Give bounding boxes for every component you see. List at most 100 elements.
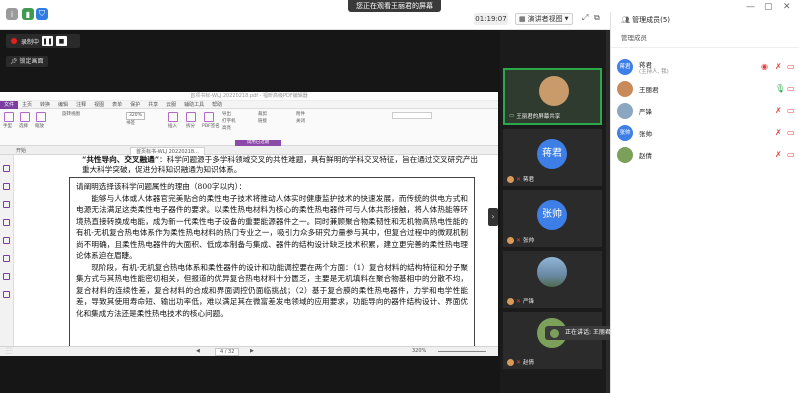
menu-comment[interactable]: 注释 <box>72 101 90 108</box>
panel-title-text: 管理成员(5) <box>632 16 671 24</box>
ribbon-insert-label: 插入 <box>168 124 177 129</box>
tab-start[interactable]: 开始 <box>16 147 26 154</box>
ribbon-typewriter-label[interactable]: 打字机 <box>222 119 236 125</box>
next-page-icon[interactable]: ▶ <box>250 348 254 354</box>
signature-icon[interactable] <box>3 255 10 262</box>
menu-help[interactable]: 帮助 <box>208 101 226 108</box>
tile-avatar: 张帅 <box>537 200 567 230</box>
ribbon-crop-label[interactable]: 裁剪 <box>258 112 267 118</box>
video-tile-zhaoqian[interactable]: ✕ 赵倩 <box>503 312 602 369</box>
info-icon[interactable]: i <box>6 8 18 20</box>
zoom-tool-icon[interactable] <box>36 112 46 122</box>
member-row[interactable]: 张帅 张帅 ✗ ▭ <box>611 122 799 144</box>
close-icon[interactable]: ✕ <box>783 2 791 12</box>
video-tile-zhangshuai[interactable]: 张帅 ✕ 张帅 <box>503 190 602 247</box>
pause-recording-button[interactable]: ❚❚ <box>42 36 54 46</box>
minimize-icon[interactable]: — <box>746 2 755 12</box>
ribbon-export-label[interactable]: 导出 <box>222 112 231 118</box>
search-icon[interactable] <box>3 291 10 298</box>
select-tool-icon[interactable] <box>20 112 30 122</box>
zoom-level[interactable]: 320% <box>412 348 426 354</box>
lock-icon[interactable] <box>3 273 10 280</box>
ribbon-zoom-value[interactable]: 320% <box>126 112 145 120</box>
popout-icon[interactable]: ⧉ <box>594 13 600 23</box>
tab-document[interactable]: 首页标书-WLJ 20220218... <box>130 147 205 155</box>
manage-members-tab[interactable]: 管理成员 <box>611 28 799 48</box>
mic-muted-icon[interactable]: ✗ <box>775 62 782 71</box>
mic-muted-icon[interactable]: ✗ <box>775 128 782 137</box>
mic-muted-icon[interactable]: ✗ <box>775 150 782 159</box>
hand-tool-icon[interactable] <box>4 112 14 122</box>
speaking-text: 正在讲话: 王丽君; <box>565 329 613 336</box>
ribbon-rotate-label[interactable]: 旋转视图 <box>62 112 80 118</box>
recording-control: 录制中 ❚❚ ■ <box>6 34 80 48</box>
attachment-icon[interactable] <box>3 219 10 226</box>
lock-view-button[interactable]: 📌︎ 锁定画面 <box>6 56 48 67</box>
restore-icon[interactable]: ▢ <box>764 2 773 12</box>
menu-accessibility[interactable]: 辅助工具 <box>180 101 208 108</box>
prev-page-icon[interactable]: ◀ <box>196 348 200 354</box>
tile-label: ▭ 王丽君的屏幕共享 <box>509 112 560 120</box>
video-tile-jiangjun[interactable]: 蒋君 ✕ 蒋君 <box>503 129 602 186</box>
bookmark-icon[interactable] <box>3 183 10 190</box>
stop-recording-button[interactable]: ■ <box>56 36 68 46</box>
camera-off-icon[interactable]: ▭ <box>787 84 795 93</box>
pdf-side-toolbar <box>0 155 14 346</box>
ribbon-highlight-label[interactable]: 高亮 <box>222 126 231 132</box>
network-icon[interactable]: ▮ <box>22 8 34 20</box>
menu-list-icon[interactable]: ☰ <box>0 345 18 359</box>
answer-box: 请阐明选择该科学问题属性的理由（800字以内）： 能够与人体或人体器官完美贴合的… <box>69 177 475 346</box>
camera-off-icon[interactable]: ▭ <box>787 62 795 71</box>
page-indicator[interactable]: 4 / 32 <box>215 348 240 356</box>
ribbon-bookmark-label[interactable]: 书签 <box>126 121 135 127</box>
camera-off-icon[interactable]: ▭ <box>787 106 795 115</box>
tile-name: 王丽君的屏幕共享 <box>516 114 561 120</box>
collapse-tiles-button[interactable]: › <box>488 208 498 226</box>
split-icon[interactable] <box>186 112 196 122</box>
pdf-sign-icon[interactable] <box>204 112 214 122</box>
pdf-status-bar: ◀ 4 / 32 ▶ 320% <box>0 346 498 356</box>
insert-icon[interactable] <box>168 112 178 122</box>
menu-edit[interactable]: 编辑 <box>54 101 72 108</box>
ribbon-link-label[interactable]: 链接 <box>258 119 267 125</box>
video-tile-screen-share[interactable]: ▭ 王丽君的屏幕共享 <box>503 68 602 125</box>
video-tile-yanfeng[interactable]: ✕ 严锋 <box>503 251 602 308</box>
security-shield-icon[interactable]: ⛉ <box>36 8 48 20</box>
mini-avatar <box>507 358 514 366</box>
member-row[interactable]: 赵倩 ✗ ▭ <box>611 144 799 166</box>
mini-avatar <box>507 175 514 183</box>
member-row[interactable]: 蒋君 蒋君 (主持人, 我) ◉ ✗ ▭ <box>611 56 799 78</box>
ribbon-sign-label: PDF签名 <box>202 124 220 129</box>
menu-view[interactable]: 视图 <box>90 101 108 108</box>
presenter-avatar <box>539 76 569 106</box>
ribbon-attachment-label[interactable]: 附件 <box>296 112 305 118</box>
ribbon-close-label[interactable]: 关闭 <box>296 119 305 125</box>
menu-file[interactable]: 文件 <box>0 100 19 109</box>
lock-view-label: 锁定画面 <box>19 58 44 65</box>
mic-muted-icon[interactable]: ✗ <box>775 106 782 115</box>
tile-photo <box>537 257 567 287</box>
zoom-slider[interactable] <box>438 351 486 352</box>
member-name: 严锋 <box>639 108 652 116</box>
camera-off-icon[interactable]: ▭ <box>787 150 795 159</box>
menu-protect[interactable]: 保护 <box>126 101 144 108</box>
menu-home[interactable]: 主页 <box>18 101 36 108</box>
camera-off-icon[interactable]: ▭ <box>787 128 795 137</box>
view-mode-button[interactable]: ▦ 演讲者视图 ▼ <box>515 13 574 25</box>
menu-form[interactable]: 表单 <box>108 101 126 108</box>
member-row[interactable]: 王丽君 🎙︎ ▭ <box>611 78 799 100</box>
fullscreen-icon[interactable]: ⤢ <box>582 13 588 23</box>
tile-name: 蒋君 <box>523 177 535 183</box>
menu-convert[interactable]: 转换 <box>36 101 54 108</box>
mic-muted-icon: ✕ <box>516 297 522 305</box>
pdf-window: 首项书标-WLJ 20220218.pdf - 福昕高级PDF编辑器 文件 主页… <box>0 92 498 356</box>
members-icon: 👥︎ <box>621 16 630 24</box>
layer-icon[interactable] <box>3 237 10 244</box>
menu-share[interactable]: 共享 <box>144 101 162 108</box>
ribbon-search-input[interactable] <box>392 112 432 119</box>
mic-on-icon[interactable]: 🎙︎ <box>775 84 785 93</box>
page-thumbnail-icon[interactable] <box>3 165 10 172</box>
member-row[interactable]: 严锋 ✗ ▭ <box>611 100 799 122</box>
comment-icon[interactable] <box>3 201 10 208</box>
menu-cloud[interactable]: 云服 <box>162 101 180 108</box>
